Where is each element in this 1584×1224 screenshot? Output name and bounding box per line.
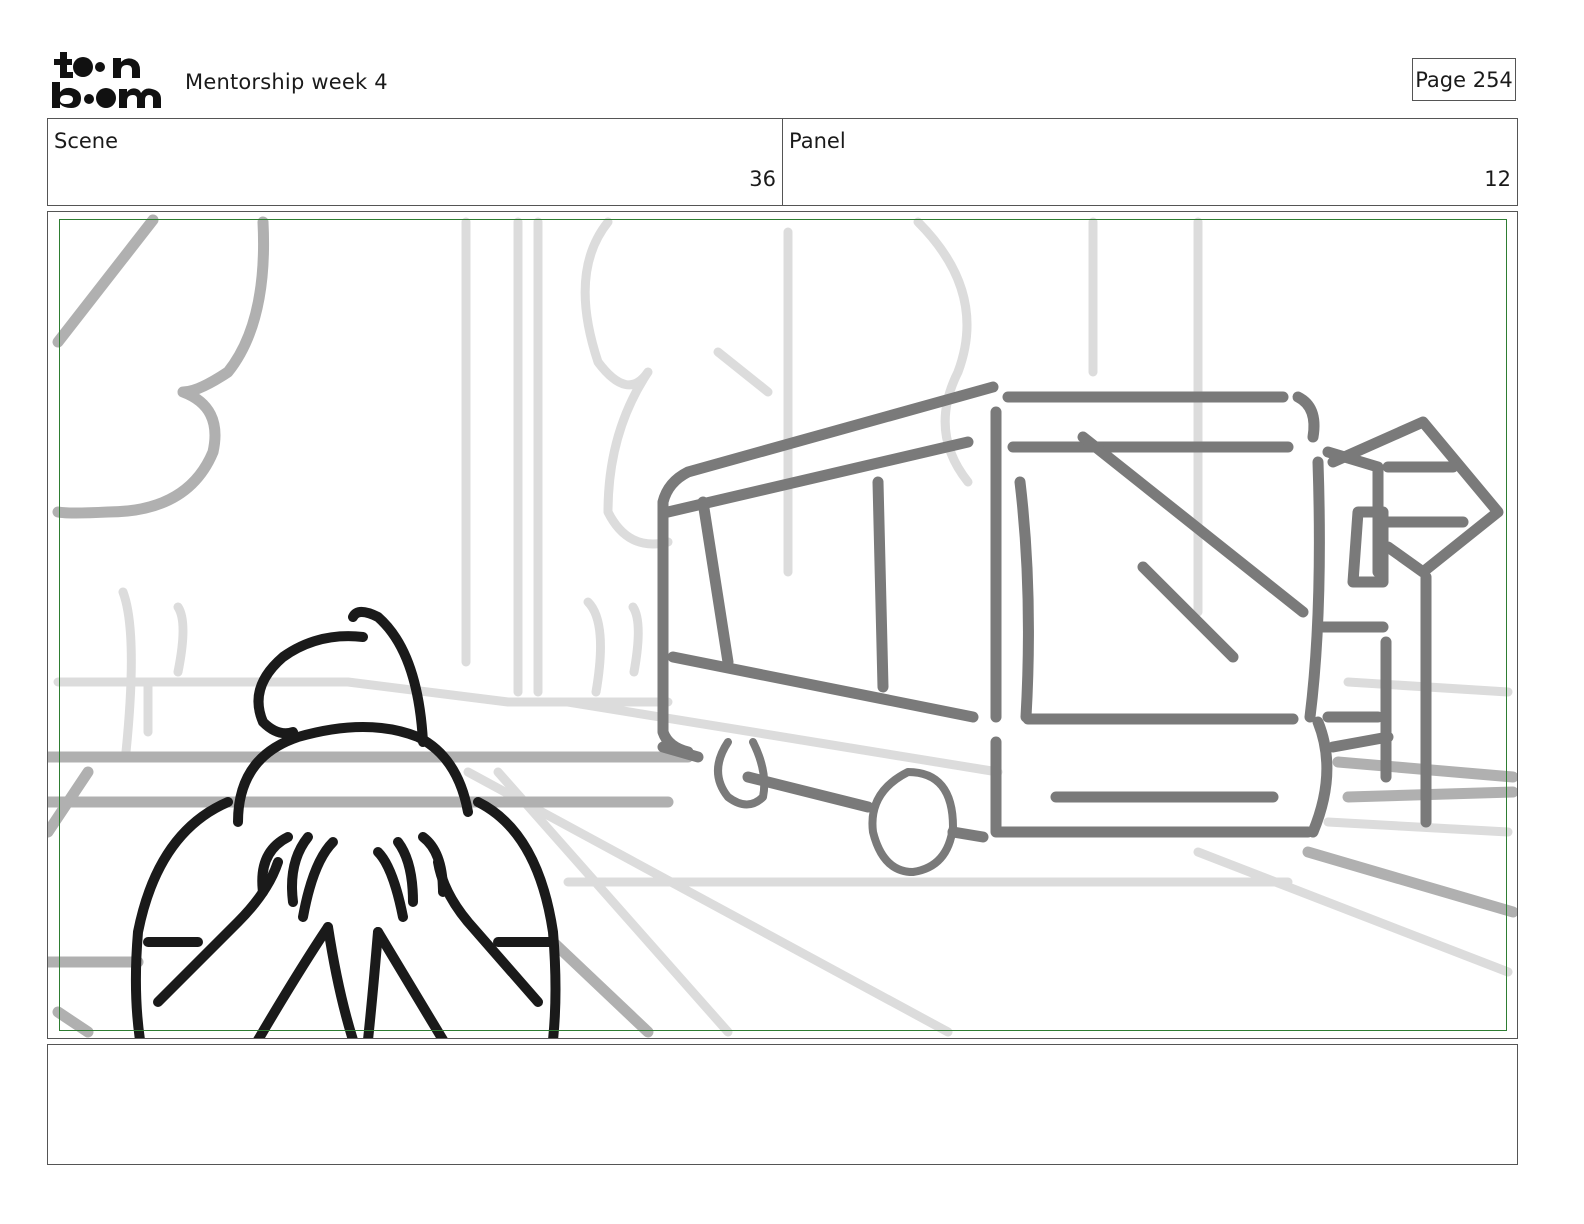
character-sketch (130, 607, 561, 1038)
toon-boom-logo (52, 52, 161, 108)
tree-sketch (48, 214, 1517, 1038)
bus-sketch (657, 381, 1394, 843)
page-number-box: Page 254 (1412, 58, 1516, 101)
project-title: Mentorship week 4 (185, 70, 388, 94)
page-label: Page 254 (1415, 67, 1513, 92)
background-sketch (53, 217, 1513, 1037)
scene-panel-info: Scene 36 Panel 12 (47, 118, 1518, 206)
scene-cell: Scene 36 (48, 119, 782, 205)
panel-number: 12 (1484, 167, 1511, 191)
storyboard-panel (47, 211, 1518, 1039)
scene-label: Scene (54, 129, 119, 153)
panel-label: Panel (789, 129, 846, 153)
panel-sketch (48, 214, 1517, 1038)
panel-notes-box (47, 1044, 1518, 1165)
scene-number: 36 (749, 167, 776, 191)
panel-cell: Panel 12 (782, 119, 1517, 205)
